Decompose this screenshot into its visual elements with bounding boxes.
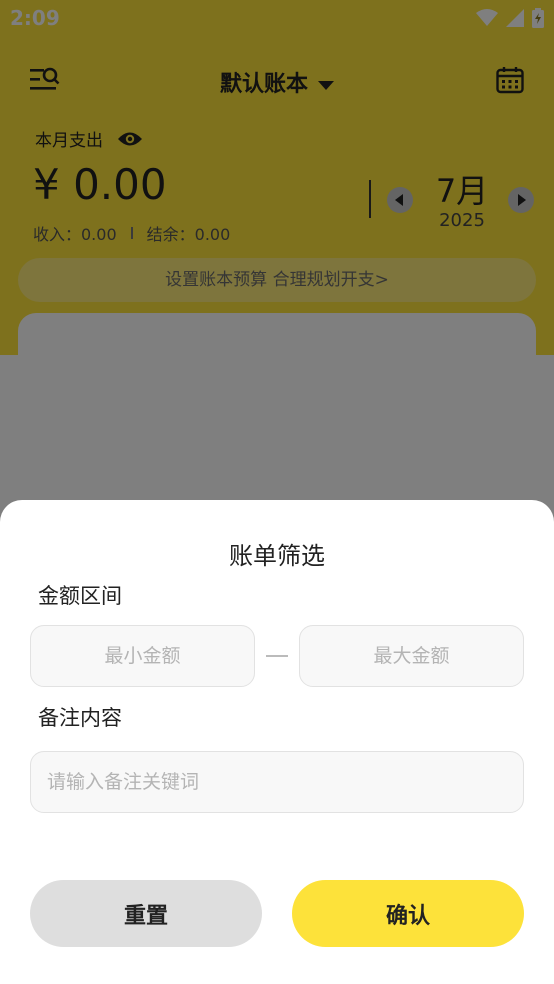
- amount-range-label: 金额区间: [38, 584, 122, 608]
- max-amount-input[interactable]: [299, 625, 524, 687]
- note-keyword-input[interactable]: [30, 751, 524, 813]
- confirm-button[interactable]: 确认: [292, 880, 524, 947]
- sheet-title: 账单筛选: [229, 542, 325, 570]
- filter-sheet: 账单筛选 金额区间 备注内容 重置 确认: [0, 500, 554, 984]
- min-amount-input[interactable]: [30, 625, 255, 687]
- note-label: 备注内容: [38, 706, 122, 730]
- reset-button[interactable]: 重置: [30, 880, 262, 947]
- range-dash: [266, 655, 288, 657]
